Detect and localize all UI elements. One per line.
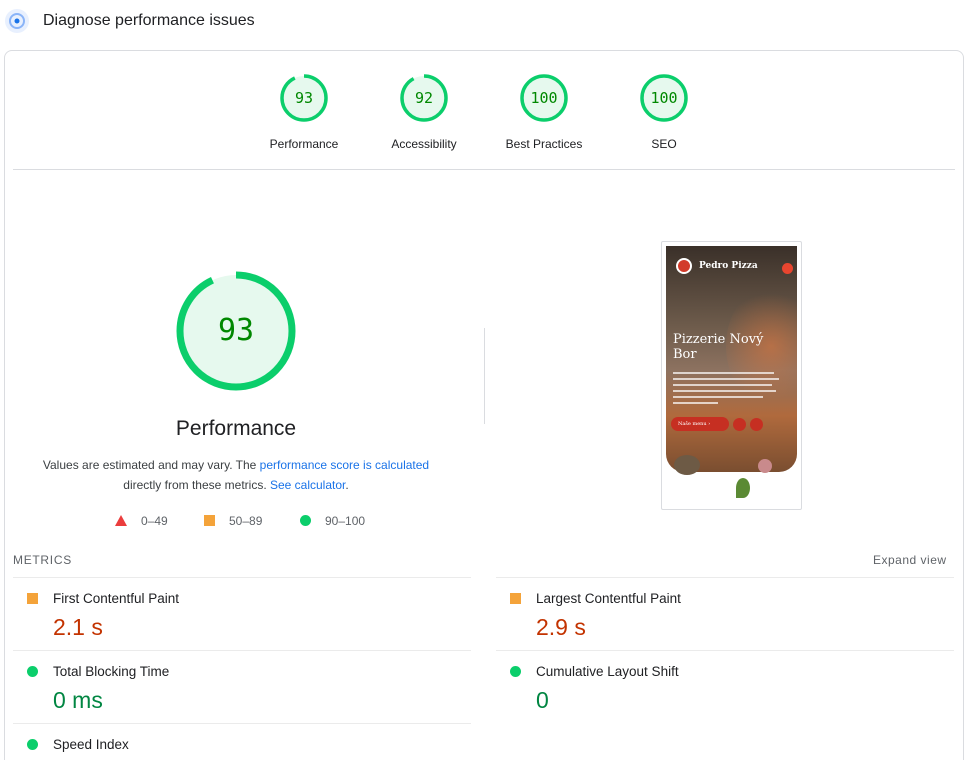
note-text: directly from these metrics. xyxy=(123,478,270,492)
metric-name: First Contentful Paint xyxy=(53,591,180,606)
performance-score-gauge: 93 xyxy=(175,270,297,392)
legend-pass: 90–100 xyxy=(300,513,365,528)
gauge-score: 93 xyxy=(294,89,314,107)
metric-speed-index: Speed Index xyxy=(13,723,471,760)
legend-range: 0–49 xyxy=(141,513,168,528)
screenshot-brand: Pedro Pizza xyxy=(699,261,758,271)
gauge-seo[interactable]: 100 SEO xyxy=(604,73,724,151)
facebook-icon xyxy=(733,418,746,431)
gauge-accessibility[interactable]: 92 Accessibility xyxy=(364,73,484,151)
metrics-title: METRICS xyxy=(13,553,72,567)
instagram-icon xyxy=(750,418,763,431)
final-screenshot[interactable]: Pedro Pizza Pizzerie Nový Bor Naše menu … xyxy=(661,241,802,510)
metric-lcp: Largest Contentful Paint 2.9 s xyxy=(496,577,954,650)
pagespeed-gauge-icon xyxy=(5,9,29,33)
metric-name: Total Blocking Time xyxy=(53,664,170,679)
expand-view-button[interactable]: Expand view xyxy=(873,553,947,567)
basil-leaf-image xyxy=(736,478,750,498)
gauge-label: Best Practices xyxy=(505,137,583,151)
menu-icon xyxy=(782,263,793,274)
garlic-image xyxy=(758,459,772,473)
divider xyxy=(484,328,485,424)
average-square-icon xyxy=(510,593,521,604)
note-text: . xyxy=(345,478,349,492)
gauge-score: 100 xyxy=(530,89,558,107)
metric-name: Largest Contentful Paint xyxy=(536,591,681,606)
gauge-best-practices[interactable]: 100 Best Practices xyxy=(484,73,604,151)
metric-fcp: First Contentful Paint 2.1 s xyxy=(13,577,471,650)
metric-name: Cumulative Layout Shift xyxy=(536,664,679,679)
section-title: Diagnose performance issues xyxy=(43,12,255,29)
pass-circle-icon xyxy=(27,739,38,750)
average-square-icon xyxy=(27,593,38,604)
square-icon xyxy=(204,515,215,527)
legend-range: 90–100 xyxy=(325,513,366,528)
pass-circle-icon xyxy=(510,666,521,677)
score-note: Values are estimated and may vary. The p… xyxy=(35,455,437,495)
gauge-performance[interactable]: 93 Performance xyxy=(244,73,364,151)
gauge-score: 100 xyxy=(650,89,678,107)
mushroom-image xyxy=(674,455,700,475)
see-calculator-link[interactable]: See calculator xyxy=(270,478,345,492)
legend-fail: 0–49 xyxy=(115,513,168,528)
category-gauges: 93 Performance 92 Accessibility 100 Best… xyxy=(5,73,963,173)
note-text: Values are estimated and may vary. The xyxy=(42,458,260,472)
metric-tbt: Total Blocking Time 0 ms xyxy=(13,650,471,723)
section-header: Diagnose performance issues xyxy=(0,0,976,44)
gauge-label: SEO xyxy=(651,137,677,151)
metric-value: 0 ms xyxy=(53,687,103,713)
triangle-icon xyxy=(115,515,127,527)
legend-range: 50–89 xyxy=(229,513,263,528)
metric-value: 2.1 s xyxy=(53,614,103,640)
screenshot-menu-button: Naše menu › xyxy=(671,417,729,431)
gauge-score: 92 xyxy=(414,89,434,107)
screenshot-heading: Pizzerie Nový Bor xyxy=(673,332,764,362)
divider xyxy=(13,169,955,170)
pass-circle-icon xyxy=(27,666,38,677)
gauge-label: Performance xyxy=(269,137,339,151)
gauge-ring: 93 xyxy=(279,73,329,123)
performance-score: 93 xyxy=(217,313,255,348)
gauge-ring: 100 xyxy=(519,73,569,123)
legend-average: 50–89 xyxy=(204,513,262,528)
report-card: 93 Performance 92 Accessibility 100 Best… xyxy=(4,50,964,760)
metric-cls: Cumulative Layout Shift 0 xyxy=(496,650,954,723)
metric-value: 2.9 s xyxy=(536,614,586,640)
score-calculated-link[interactable]: performance score is calculated xyxy=(260,458,429,472)
screenshot-paragraph xyxy=(673,372,785,406)
circle-icon xyxy=(300,515,311,527)
metric-value: 0 xyxy=(536,687,549,713)
performance-label: Performance xyxy=(175,417,297,440)
gauge-label: Accessibility xyxy=(391,137,457,151)
metric-name: Speed Index xyxy=(53,737,129,752)
gauge-ring: 100 xyxy=(639,73,689,123)
gauge-ring: 92 xyxy=(399,73,449,123)
pizza-logo-icon xyxy=(676,258,692,274)
screenshot-hero: Pedro Pizza Pizzerie Nový Bor Naše menu … xyxy=(666,246,797,472)
